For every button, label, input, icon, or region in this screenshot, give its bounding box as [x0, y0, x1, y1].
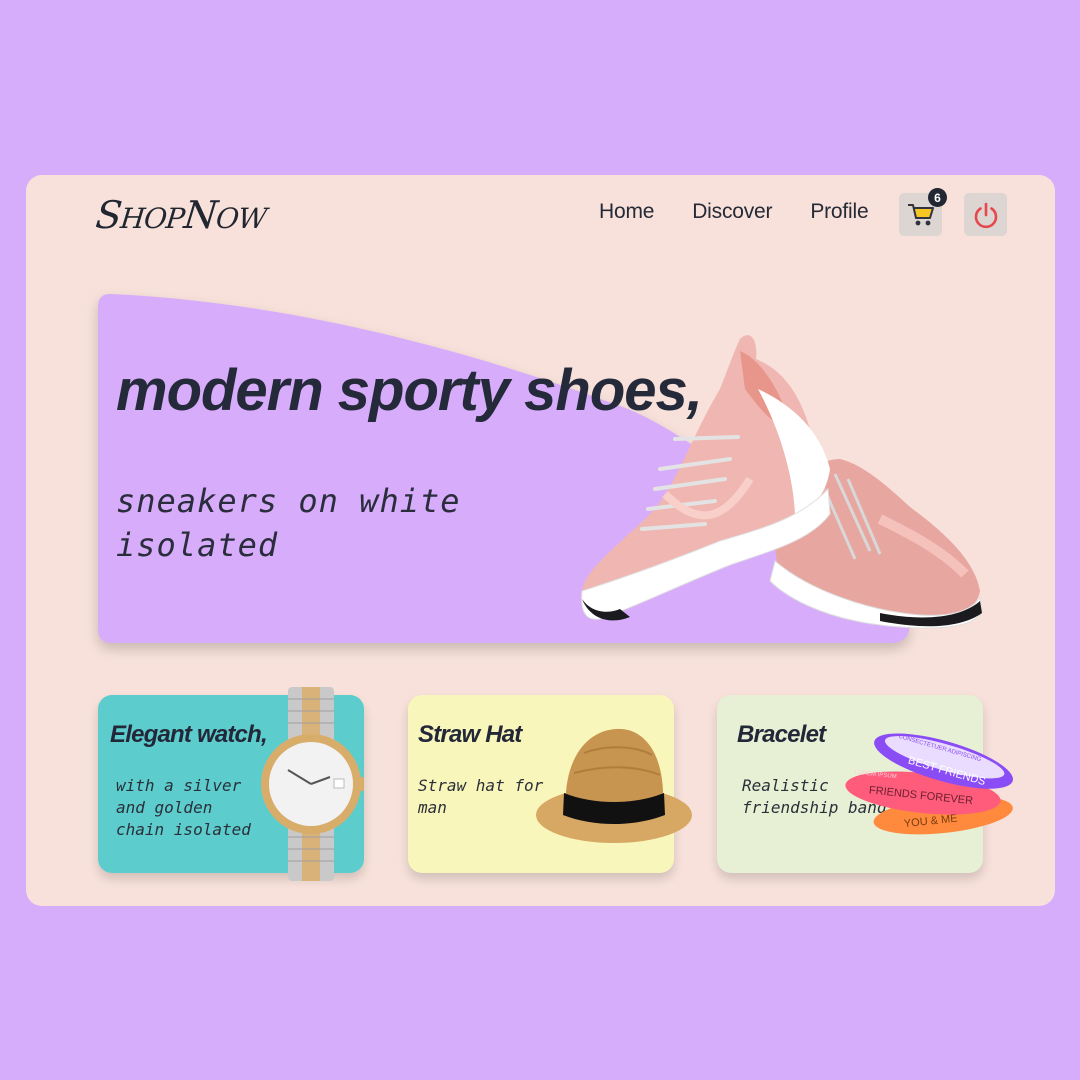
sneakers-image: [581, 335, 983, 629]
bracelets-image: YOU & ME FRIENDS FOREVER LOREM IPSUM BES…: [845, 733, 1013, 835]
main-nav: Home Discover Profile: [599, 200, 869, 224]
hero-banner[interactable]: modern sporty shoes, sneakers on white i…: [98, 293, 983, 643]
card-description: with a silver and golden chain isolated: [116, 776, 251, 839]
app-window: SHOPNOW Home Discover Profile 6 modern s…: [26, 175, 1055, 906]
nav-profile[interactable]: Profile: [810, 200, 868, 224]
logo-text: OW: [214, 202, 268, 235]
card-title: Bracelet: [737, 721, 826, 748]
card-title: Straw Hat: [418, 721, 522, 748]
nav-home[interactable]: Home: [599, 200, 654, 224]
logo-text: HOP: [118, 202, 186, 235]
brand-logo[interactable]: SHOPNOW: [94, 193, 269, 237]
cart-count-badge: 6: [928, 188, 947, 207]
card-title: Elegant watch,: [110, 721, 268, 748]
logo-letter: N: [181, 193, 219, 237]
hero-subtitle: sneakers on white isolated: [116, 482, 461, 564]
cart-button[interactable]: 6: [899, 188, 947, 236]
cart-icon: [907, 203, 934, 225]
product-card-bracelet[interactable]: Bracelet Realistic friendship band YOU &…: [717, 695, 1013, 873]
nav-discover[interactable]: Discover: [692, 200, 772, 224]
power-icon: [974, 202, 997, 228]
logout-button[interactable]: [964, 193, 1007, 236]
straw-hat-image: [536, 728, 692, 843]
product-card-hat[interactable]: Straw Hat Straw hat for man: [408, 695, 692, 873]
watch-image: [261, 687, 364, 881]
product-card-watch[interactable]: Elegant watch, with a silver and golden …: [98, 687, 364, 881]
